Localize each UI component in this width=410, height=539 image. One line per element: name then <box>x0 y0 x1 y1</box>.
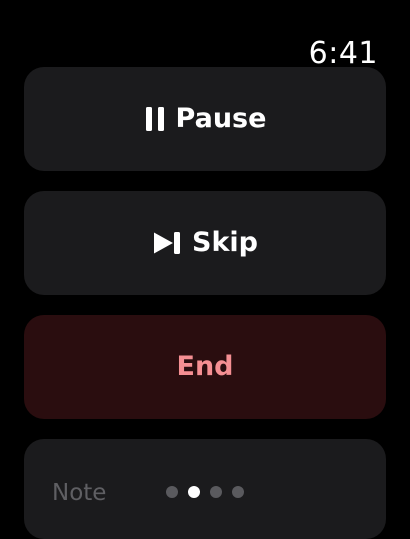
page-indicator <box>166 486 244 498</box>
skip-button-label: Skip <box>192 227 258 258</box>
end-button[interactable]: End <box>24 315 386 419</box>
pause-button[interactable]: Pause <box>24 67 386 171</box>
pause-button-label: Pause <box>175 103 267 134</box>
pause-button-content: Pause <box>144 103 267 135</box>
end-button-label: End <box>176 351 234 382</box>
page-dot-active <box>188 486 200 498</box>
page-dot <box>232 486 244 498</box>
page-dot <box>166 486 178 498</box>
page-dot <box>210 486 222 498</box>
skip-button[interactable]: Skip <box>24 191 386 295</box>
note-label: Note <box>52 480 107 506</box>
skip-forward-icon <box>152 231 182 255</box>
pause-icon <box>144 106 166 132</box>
skip-button-content: Skip <box>152 227 258 259</box>
